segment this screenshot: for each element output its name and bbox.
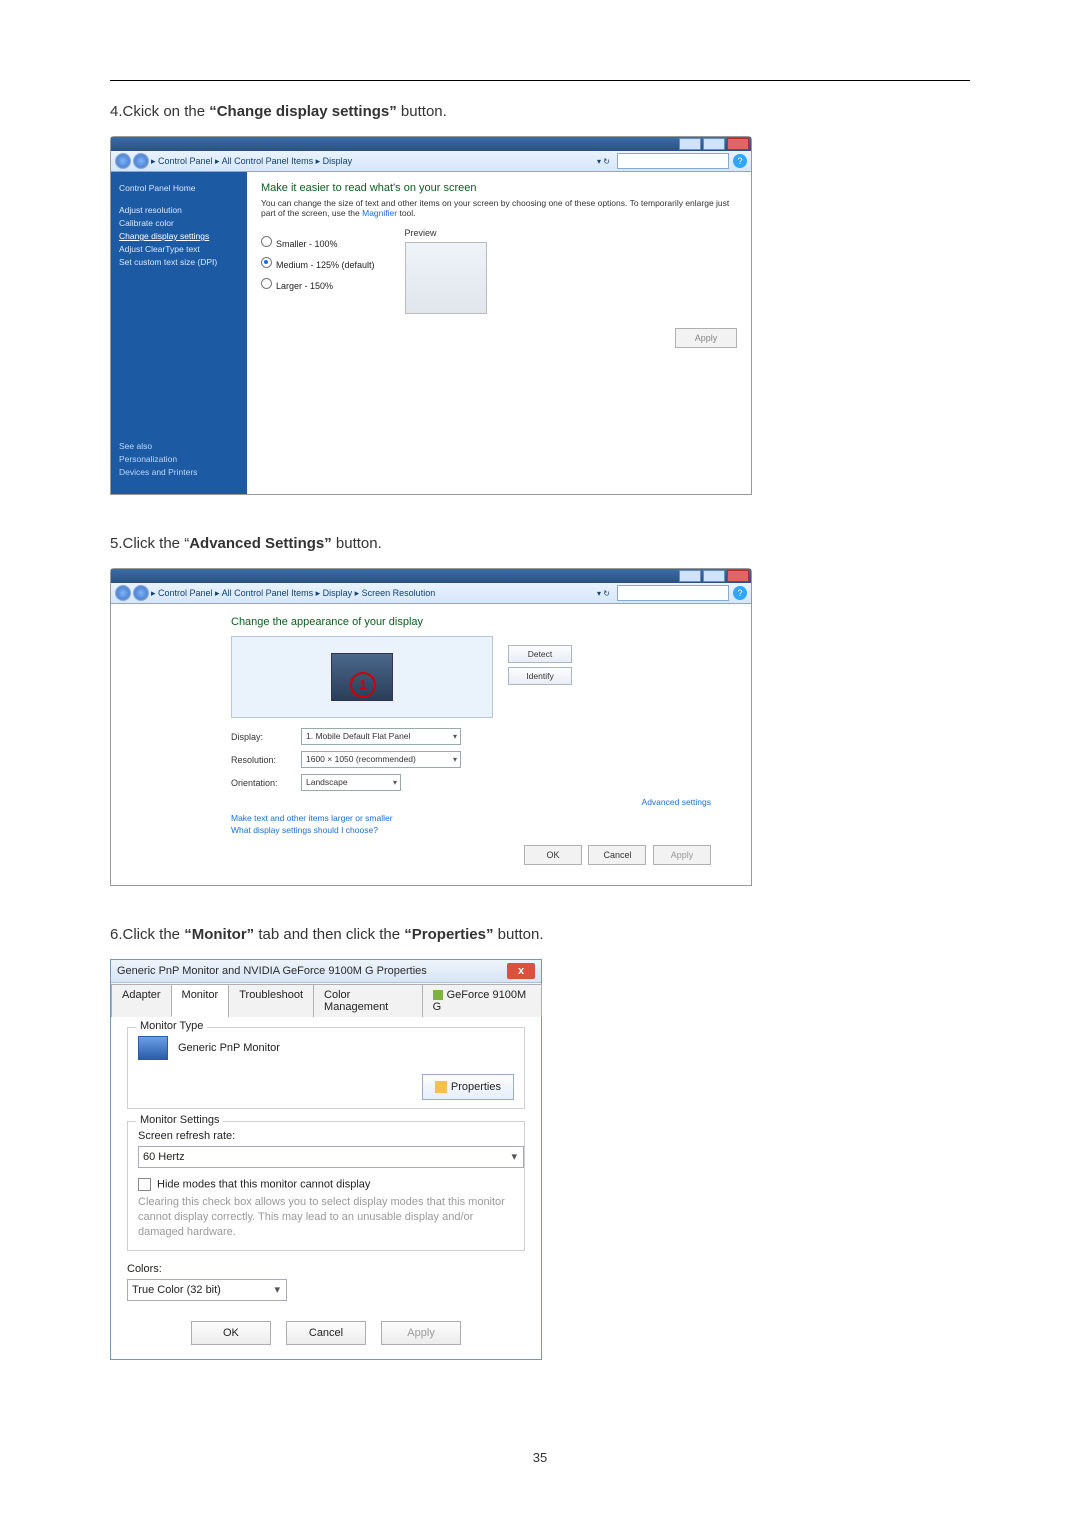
search-input[interactable] [617, 585, 729, 601]
content-sub: You can change the size of text and othe… [261, 198, 737, 218]
link-textsize[interactable]: Make text and other items larger or smal… [231, 813, 711, 823]
figure-display-cp: ▸ Control Panel ▸ All Control Panel Item… [110, 136, 970, 495]
tab-monitor[interactable]: Monitor [171, 984, 230, 1017]
resolution-select[interactable]: 1600 × 1050 (recommended) [301, 751, 461, 768]
figure-screen-resolution: ▸ Control Panel ▸ All Control Panel Item… [110, 568, 970, 886]
minimize-button[interactable] [679, 570, 701, 582]
magnifier-link[interactable]: Magnifier [362, 208, 397, 218]
sidebar-devices[interactable]: Devices and Printers [119, 467, 239, 477]
radio-medium[interactable]: Medium - 125% (default) [261, 257, 375, 270]
monitor-name: Generic PnP Monitor [178, 1042, 280, 1054]
step4-prefix: 4.Ckick on the [110, 103, 209, 120]
breadcrumb[interactable]: ▸ Control Panel ▸ All Control Panel Item… [151, 156, 597, 167]
sidebar-dpi[interactable]: Set custom text size (DPI) [119, 257, 239, 267]
step6-text: 6.Click the “Monitor” tab and then click… [110, 926, 970, 943]
hide-modes-check[interactable]: Hide modes that this monitor cannot disp… [138, 1178, 514, 1191]
ok-button[interactable]: OK [524, 845, 582, 865]
resolution-label: Resolution: [231, 755, 301, 765]
minimize-button[interactable] [679, 138, 701, 150]
cancel-button[interactable]: Cancel [286, 1321, 366, 1345]
display-label: Display: [231, 732, 301, 742]
maximize-button[interactable] [703, 570, 725, 582]
nvidia-icon [433, 990, 443, 1000]
refresh-label: Screen refresh rate: [138, 1130, 514, 1142]
advanced-settings-link[interactable]: Advanced settings [231, 797, 711, 807]
colors-select[interactable]: True Color (32 bit) [127, 1279, 287, 1301]
apply-button[interactable]: Apply [381, 1321, 461, 1345]
orientation-select[interactable]: Landscape [301, 774, 401, 791]
identify-button[interactable]: Identify [508, 667, 572, 685]
callout-1: 1 [350, 672, 376, 698]
orientation-label: Orientation: [231, 778, 301, 788]
nav-back-icon[interactable] [115, 585, 131, 601]
monitor-properties-dialog: Generic PnP Monitor and NVIDIA GeForce 9… [110, 959, 542, 1360]
content-heading: Make it easier to read what's on your sc… [261, 182, 737, 194]
apply-button[interactable]: Apply [653, 845, 711, 865]
colors-label: Colors: [127, 1263, 525, 1275]
link-whatsettings[interactable]: What display settings should I choose? [231, 825, 711, 835]
tab-color-mgmt[interactable]: Color Management [313, 984, 423, 1017]
sidebar-calibrate[interactable]: Calibrate color [119, 218, 239, 228]
close-icon[interactable]: x [507, 963, 535, 979]
sidebar-adjust-res[interactable]: Adjust resolution [119, 205, 239, 215]
window-titlebar [111, 137, 751, 151]
sidebar-change-display[interactable]: Change display settings [119, 231, 239, 241]
search-scope: ▾ ↻ [597, 157, 613, 166]
content-heading: Change the appearance of your display [231, 616, 711, 628]
refresh-select[interactable]: 60 Hertz [138, 1146, 524, 1168]
radio-smaller[interactable]: Smaller - 100% [261, 236, 375, 249]
display-select[interactable]: 1. Mobile Default Flat Panel [301, 728, 461, 745]
help-icon[interactable]: ? [733, 154, 747, 168]
monitor-thumb[interactable]: 1 [331, 653, 393, 701]
close-button[interactable] [727, 138, 749, 150]
sidebar-personalization[interactable]: Personalization [119, 454, 239, 464]
group-monitor-type: Monitor Type [136, 1020, 207, 1032]
detect-button[interactable]: Detect [508, 645, 572, 663]
maximize-button[interactable] [703, 138, 725, 150]
group-monitor-settings: Monitor Settings [136, 1114, 223, 1126]
page-number: 35 [110, 1450, 970, 1465]
nav-fwd-icon[interactable] [133, 153, 149, 169]
preview-label: Preview [405, 228, 487, 238]
breadcrumb[interactable]: ▸ Control Panel ▸ All Control Panel Item… [151, 588, 597, 599]
step4-suffix: button. [397, 103, 447, 120]
ok-button[interactable]: OK [191, 1321, 271, 1345]
apply-button[interactable]: Apply [675, 328, 737, 348]
close-button[interactable] [727, 570, 749, 582]
nav-back-icon[interactable] [115, 153, 131, 169]
sidebar-home[interactable]: Control Panel Home [119, 183, 239, 193]
cancel-button[interactable]: Cancel [588, 845, 646, 865]
window-titlebar [111, 569, 751, 583]
monitor-icon [138, 1036, 168, 1060]
monitor-arrangement[interactable]: 1 Detect Identify [231, 636, 493, 718]
dialog-title: Generic PnP Monitor and NVIDIA GeForce 9… [117, 965, 427, 977]
tab-geforce[interactable]: GeForce 9100M G [422, 984, 542, 1017]
hide-modes-explain: Clearing this check box allows you to se… [138, 1195, 514, 1240]
step4-bold: “Change display settings” [209, 103, 397, 120]
search-input[interactable] [617, 153, 729, 169]
tab-strip: Adapter Monitor Troubleshoot Color Manag… [111, 983, 541, 1017]
sidebar-see-also: See also [119, 441, 239, 451]
properties-button[interactable]: Properties [422, 1074, 514, 1100]
sidebar-cleartype[interactable]: Adjust ClearType text [119, 244, 239, 254]
shield-icon [435, 1081, 447, 1093]
tab-troubleshoot[interactable]: Troubleshoot [228, 984, 314, 1017]
step5-text: 5.Click the “Advanced Settings” button. [110, 535, 970, 552]
tab-adapter[interactable]: Adapter [111, 984, 172, 1017]
nav-fwd-icon[interactable] [133, 585, 149, 601]
help-icon[interactable]: ? [733, 586, 747, 600]
step4-text: 4.Ckick on the “Change display settings”… [110, 103, 970, 120]
checkbox-icon[interactable] [138, 1178, 151, 1191]
preview-box [405, 242, 487, 314]
radio-larger[interactable]: Larger - 150% [261, 278, 375, 291]
